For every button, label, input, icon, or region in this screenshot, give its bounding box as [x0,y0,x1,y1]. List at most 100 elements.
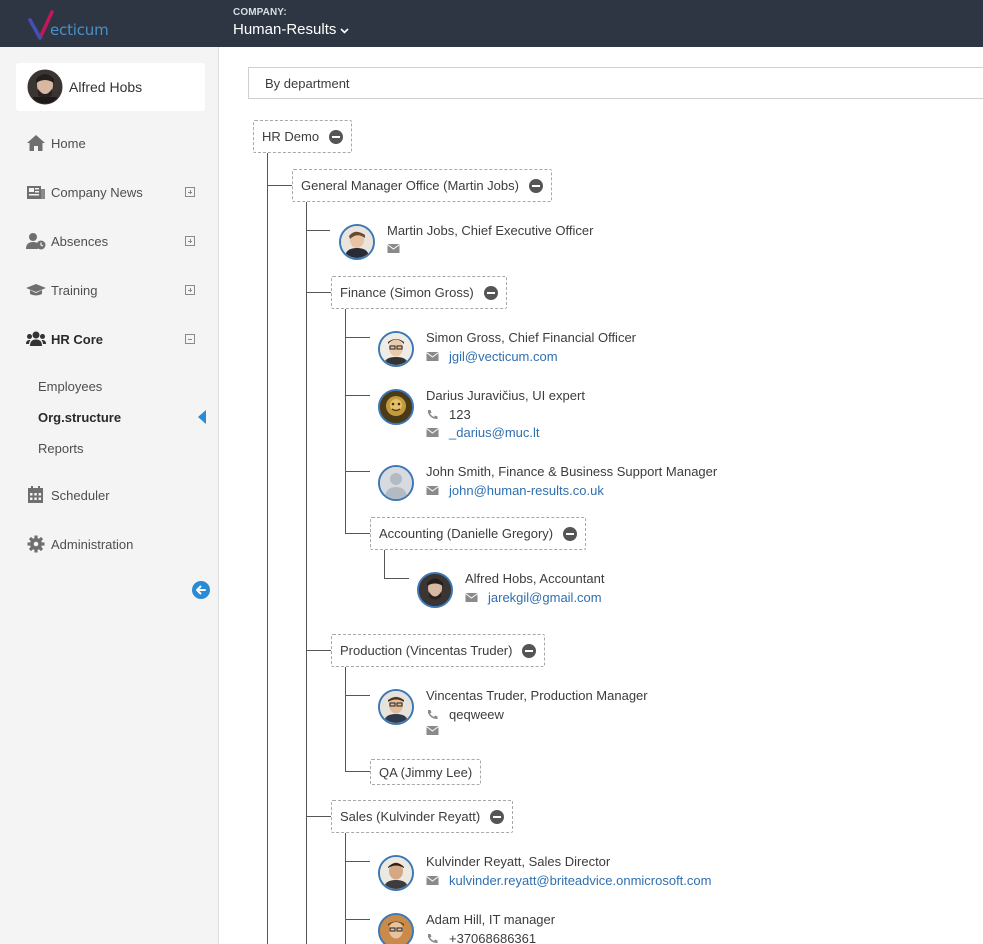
sidebar-item-administration[interactable]: Administration [0,529,219,559]
email-row: jarekgil@gmail.com [465,590,602,605]
employee-title: Alfred Hobs, Accountant [465,571,605,586]
phone-icon [428,410,438,420]
sidebar-subitem-employees[interactable]: Employees [38,379,102,394]
org-node-label: HR Demo [262,129,320,144]
email-row [426,725,449,736]
sidebar-item-label: HR Core [51,331,104,347]
email-link[interactable]: jgil@vecticum.com [449,349,558,364]
email-row [387,243,410,254]
employee-title: Vincentas Truder, Production Manager [426,688,648,703]
user-name: Alfred Hobs [69,79,143,95]
employee-title: Simon Gross, Chief Financial Officer [426,330,636,345]
collapse-node-icon[interactable] [522,643,537,658]
sidebar-item-label: Scheduler [51,487,110,503]
sidebar-item-scheduler[interactable]: Scheduler [0,480,219,510]
employee-title: John Smith, Finance & Business Support M… [426,464,718,479]
phone-row: 123 [426,407,471,422]
sidebar-item-label: Training [51,282,98,298]
employee-title: Kulvinder Reyatt, Sales Director [426,854,611,869]
org-node-root[interactable]: HR Demo [253,120,353,153]
vecticum-logo[interactable]: ecticum [28,10,118,40]
avatar [378,465,414,501]
email-row: kulvinder.reyatt@briteadvice.onmicrosoft… [426,873,711,888]
email-link[interactable]: john@human-results.co.uk [449,483,604,498]
avatar [339,224,375,260]
expand-icon[interactable] [185,285,195,295]
collapse-node-icon[interactable] [490,809,505,824]
phone-number[interactable]: qeqweew [449,707,504,722]
graduation-cap-icon [26,284,46,296]
company-selector[interactable]: Human-Results [233,21,349,38]
sidebar-subitem-reports[interactable]: Reports [38,441,84,456]
envelope-icon [426,428,439,437]
email-link[interactable]: jarekgil@gmail.com [488,590,602,605]
envelope-icon [426,352,439,361]
envelope-icon [426,486,439,495]
calendar-icon [28,486,43,503]
chevron-down-icon [340,27,349,34]
envelope-icon[interactable] [387,243,400,254]
org-node-label: General Manager Office (Martin Jobs) [301,178,519,193]
gear-icon [27,535,45,553]
user-card[interactable]: Alfred Hobs [16,63,205,111]
avatar [378,689,414,725]
phone-icon [428,710,438,720]
user-clock-icon [26,233,46,250]
avatar [378,855,414,891]
avatar [378,389,414,425]
email-row: john@human-results.co.uk [426,483,604,498]
envelope-icon [465,593,478,602]
employee-title: Martin Jobs, Chief Executive Officer [387,223,594,238]
org-node-label: Finance (Simon Gross) [340,285,474,300]
org-node-label: Accounting (Danielle Gregory) [379,526,554,541]
company-label: COMPANY: [233,7,287,18]
phone-row: +37068686361 [426,931,536,944]
sidebar-item-label: Absences [51,233,109,249]
collapse-node-icon[interactable] [528,178,543,193]
org-node-label: Production (Vincentas Truder) [340,643,513,658]
org-node-gm-office[interactable]: General Manager Office (Martin Jobs) [292,169,552,202]
org-node-sales[interactable]: Sales (Kulvinder Reyatt) [331,800,514,833]
org-node-qa[interactable]: QA (Jimmy Lee) [370,759,482,785]
collapse-node-icon[interactable] [329,129,344,144]
email-link[interactable]: kulvinder.reyatt@briteadvice.onmicrosoft… [449,873,711,888]
avatar [378,331,414,367]
group-by-dropdown[interactable]: By department [248,67,983,99]
envelope-icon[interactable] [426,725,439,736]
org-node-production[interactable]: Production (Vincentas Truder) [331,634,546,667]
default-avatar-icon [380,467,412,499]
avatar [378,913,414,944]
newspaper-icon [27,186,45,199]
collapse-icon[interactable] [185,334,195,344]
phone-number[interactable]: +37068686361 [449,931,536,944]
logo-text: ecticum [50,21,109,39]
org-node-label: Sales (Kulvinder Reyatt) [340,809,481,824]
email-link[interactable]: _darius@muc.lt [449,425,540,440]
sidebar-item-training[interactable]: Training [0,275,219,305]
phone-icon [428,934,438,944]
active-indicator-icon [198,410,206,424]
employee-title: Darius Juravičius, UI expert [426,388,585,403]
org-node-finance[interactable]: Finance (Simon Gross) [331,276,507,309]
sidebar-subitem-org-structure[interactable]: Org.structure [38,410,121,425]
sidebar-item-home[interactable]: Home [0,128,219,158]
collapse-node-icon[interactable] [483,285,498,300]
avatar [27,69,63,105]
org-node-accounting[interactable]: Accounting (Danielle Gregory) [370,517,587,550]
phone-number[interactable]: 123 [449,407,471,422]
sidebar-item-label: Company News [51,184,143,200]
collapse-sidebar-button[interactable] [192,581,210,599]
expand-icon[interactable] [185,187,195,197]
home-icon [27,135,45,151]
envelope-icon [426,876,439,885]
collapse-node-icon[interactable] [563,526,578,541]
org-node-label: QA (Jimmy Lee) [379,764,473,780]
avatar [417,572,453,608]
sidebar-item-hr-core[interactable]: HR Core [0,324,219,354]
sidebar-item-absences[interactable]: Absences [0,226,219,256]
arrow-left-icon [196,585,206,595]
sidebar-item-label: Administration [51,536,134,552]
expand-icon[interactable] [185,236,195,246]
sidebar-item-company-news[interactable]: Company News [0,177,219,207]
company-name: Human-Results [233,21,337,38]
